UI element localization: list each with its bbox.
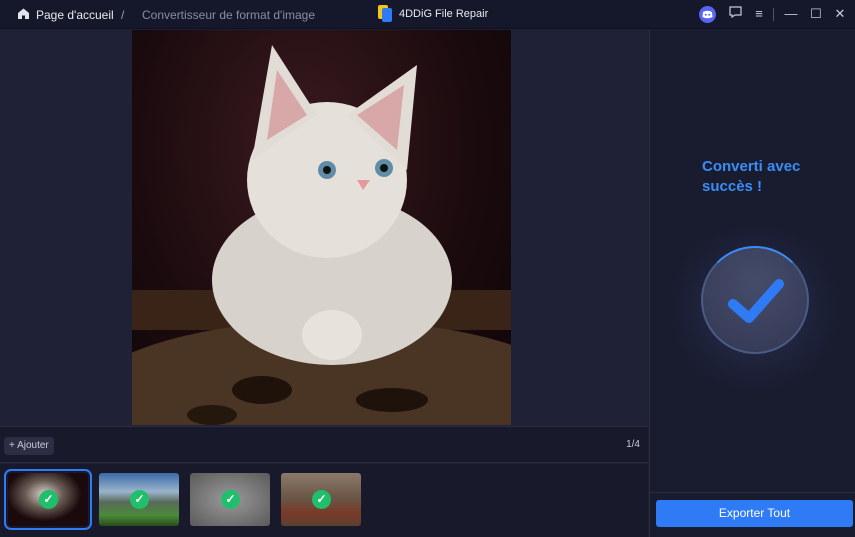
success-message: Converti avec succès ! <box>702 158 801 195</box>
maximize-icon[interactable]: ☐ <box>808 6 824 22</box>
result-panel: Converti avec succès ! Exporter Tout <box>649 30 855 537</box>
home-icon[interactable] <box>17 7 30 23</box>
add-button[interactable]: + Ajouter <box>4 437 54 455</box>
check-icon: ✓ <box>221 490 240 509</box>
app-title: 4DDiG File Repair <box>399 8 489 20</box>
titlebar-divider <box>773 8 774 21</box>
breadcrumb-current: Convertisseur de format d'image <box>142 8 316 22</box>
thumbnail-kitten[interactable]: ✓ <box>4 469 92 530</box>
export-all-button[interactable]: Exporter Tout <box>656 500 853 527</box>
success-check-icon <box>701 246 809 354</box>
thumbnail-strip: ✓ ✓ ✓ ✓ <box>0 464 648 537</box>
action-bar: + Ajouter 1/4 <box>0 426 648 463</box>
check-icon: ✓ <box>130 490 149 509</box>
minimize-icon[interactable]: — <box>783 6 799 22</box>
home-link[interactable]: Page d'accueil <box>36 8 114 22</box>
breadcrumb-separator: / <box>121 8 125 22</box>
discord-icon[interactable] <box>699 6 716 23</box>
thumbnail-mountain[interactable]: ✓ <box>99 473 179 526</box>
thumbnail-tart[interactable]: ✓ <box>281 473 361 526</box>
image-preview <box>132 30 511 425</box>
feedback-icon[interactable] <box>727 6 743 22</box>
thumbnail-gray-cat[interactable]: ✓ <box>190 473 270 526</box>
check-icon: ✓ <box>39 490 58 509</box>
close-icon[interactable]: ✕ <box>832 6 848 22</box>
title-bar: Page d'accueil / Convertisseur de format… <box>0 0 855 29</box>
panel-divider <box>650 492 855 493</box>
page-counter: 1/4 <box>626 439 640 450</box>
menu-icon[interactable]: ≡ <box>751 6 767 22</box>
check-icon: ✓ <box>312 490 331 509</box>
app-logo-icon <box>378 5 392 25</box>
